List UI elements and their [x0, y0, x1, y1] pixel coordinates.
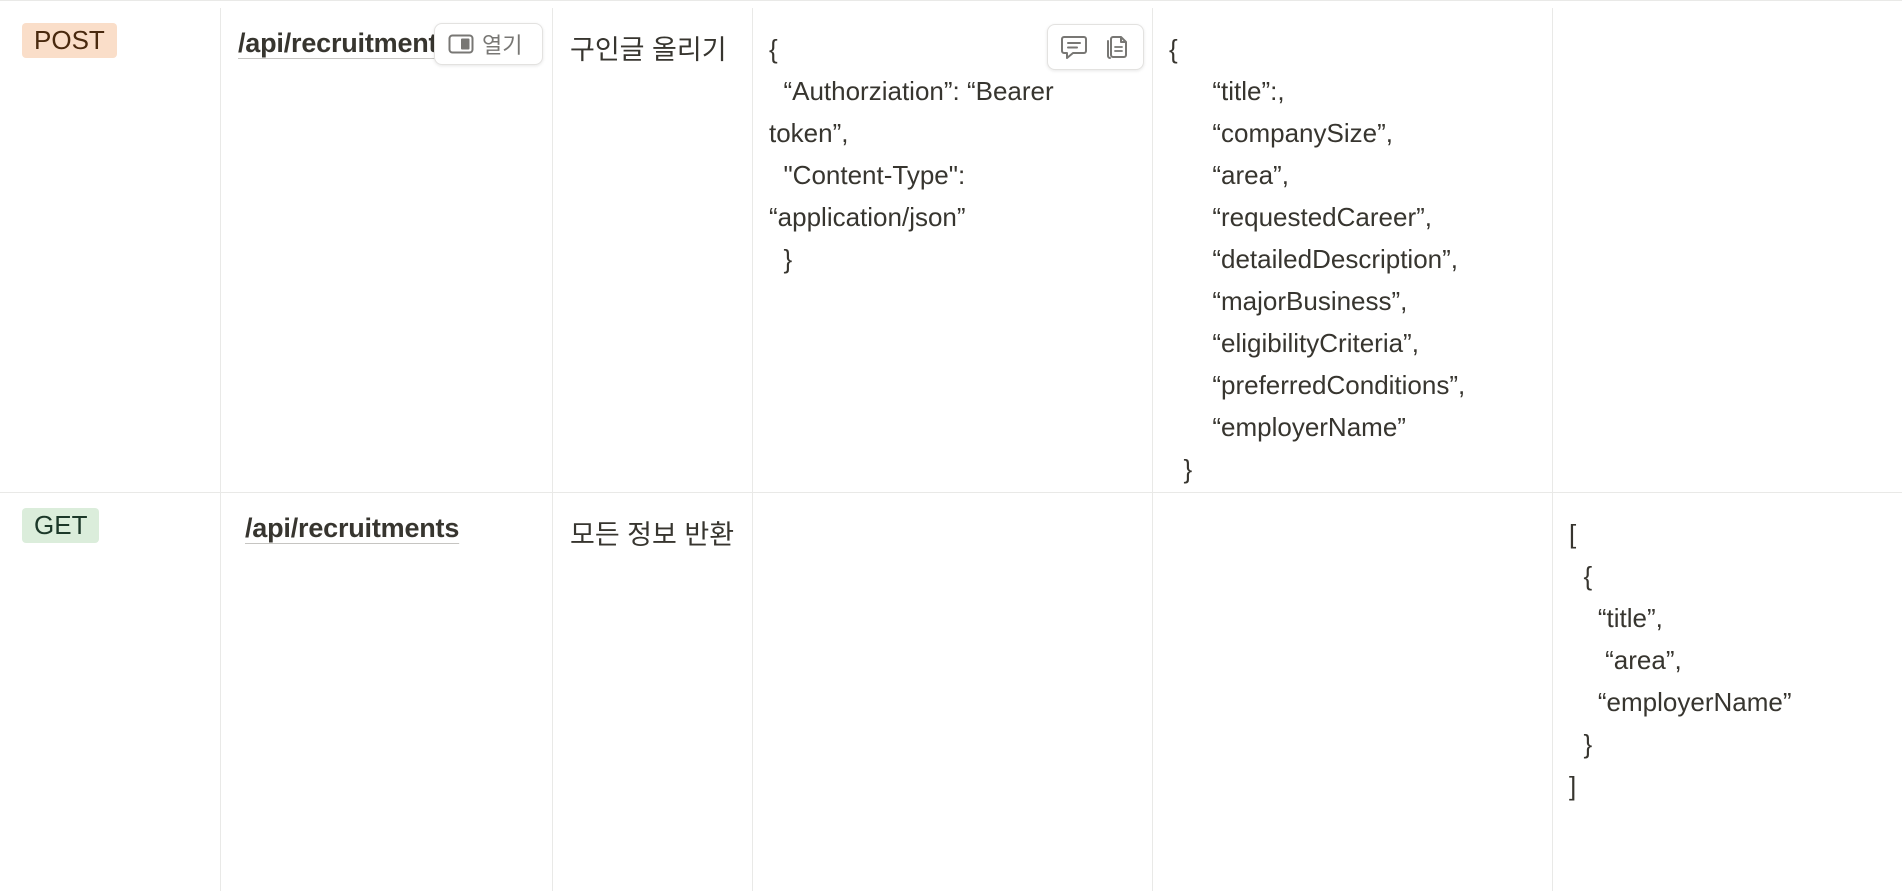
comment-icon [1060, 36, 1087, 59]
side-peek-icon [448, 34, 474, 54]
method-tag[interactable]: POST [22, 23, 117, 58]
description-text: 구인글 올리기 [570, 35, 727, 65]
description-text: 모든 정보 반환 [570, 520, 735, 550]
table-row: GET /api/recruitments 모든 정보 반환 [ { “titl… [0, 493, 1902, 891]
open-button[interactable]: 열기 [434, 23, 543, 65]
url-link[interactable]: /api/recruitments [245, 513, 545, 544]
comment-button[interactable] [1055, 28, 1093, 66]
body-cell[interactable] [1153, 493, 1553, 891]
url-cell[interactable]: /api/recruitments [221, 493, 553, 891]
response-cell[interactable]: [ { “title”, “area”, “employerName” } ] [1553, 493, 1902, 891]
open-button-label: 열기 [482, 33, 523, 58]
response-cell[interactable] [1553, 8, 1902, 492]
headers-cell[interactable] [753, 493, 1153, 891]
headers-cell[interactable]: { “Authorziation”: “Bearer token”, "Cont… [753, 8, 1153, 492]
url-link[interactable]: /api/recruitments [238, 28, 458, 59]
api-table: POST /api/recruitments 열기 구인글 올리기 { “Aut… [0, 0, 1902, 891]
table-row: POST /api/recruitments 열기 구인글 올리기 { “Aut… [0, 8, 1902, 493]
headers-text: { “Authorziation”: “Bearer token”, "Cont… [769, 34, 1054, 274]
response-text: [ { “title”, “area”, “employerName” } ] [1569, 519, 1792, 801]
description-cell[interactable]: 구인글 올리기 [553, 8, 753, 492]
body-text: { “title”:, “companySize”, “area”, “requ… [1169, 34, 1466, 484]
cell-action-bar [1047, 24, 1144, 70]
method-cell[interactable]: POST [0, 8, 221, 492]
copy-icon [1107, 36, 1128, 59]
body-cell[interactable]: { “title”:, “companySize”, “area”, “requ… [1153, 8, 1553, 492]
description-cell[interactable]: 모든 정보 반환 [553, 493, 753, 891]
url-cell[interactable]: /api/recruitments 열기 [221, 8, 553, 492]
method-cell[interactable]: GET [0, 493, 221, 891]
method-tag[interactable]: GET [22, 508, 100, 543]
copy-button[interactable] [1098, 28, 1136, 66]
